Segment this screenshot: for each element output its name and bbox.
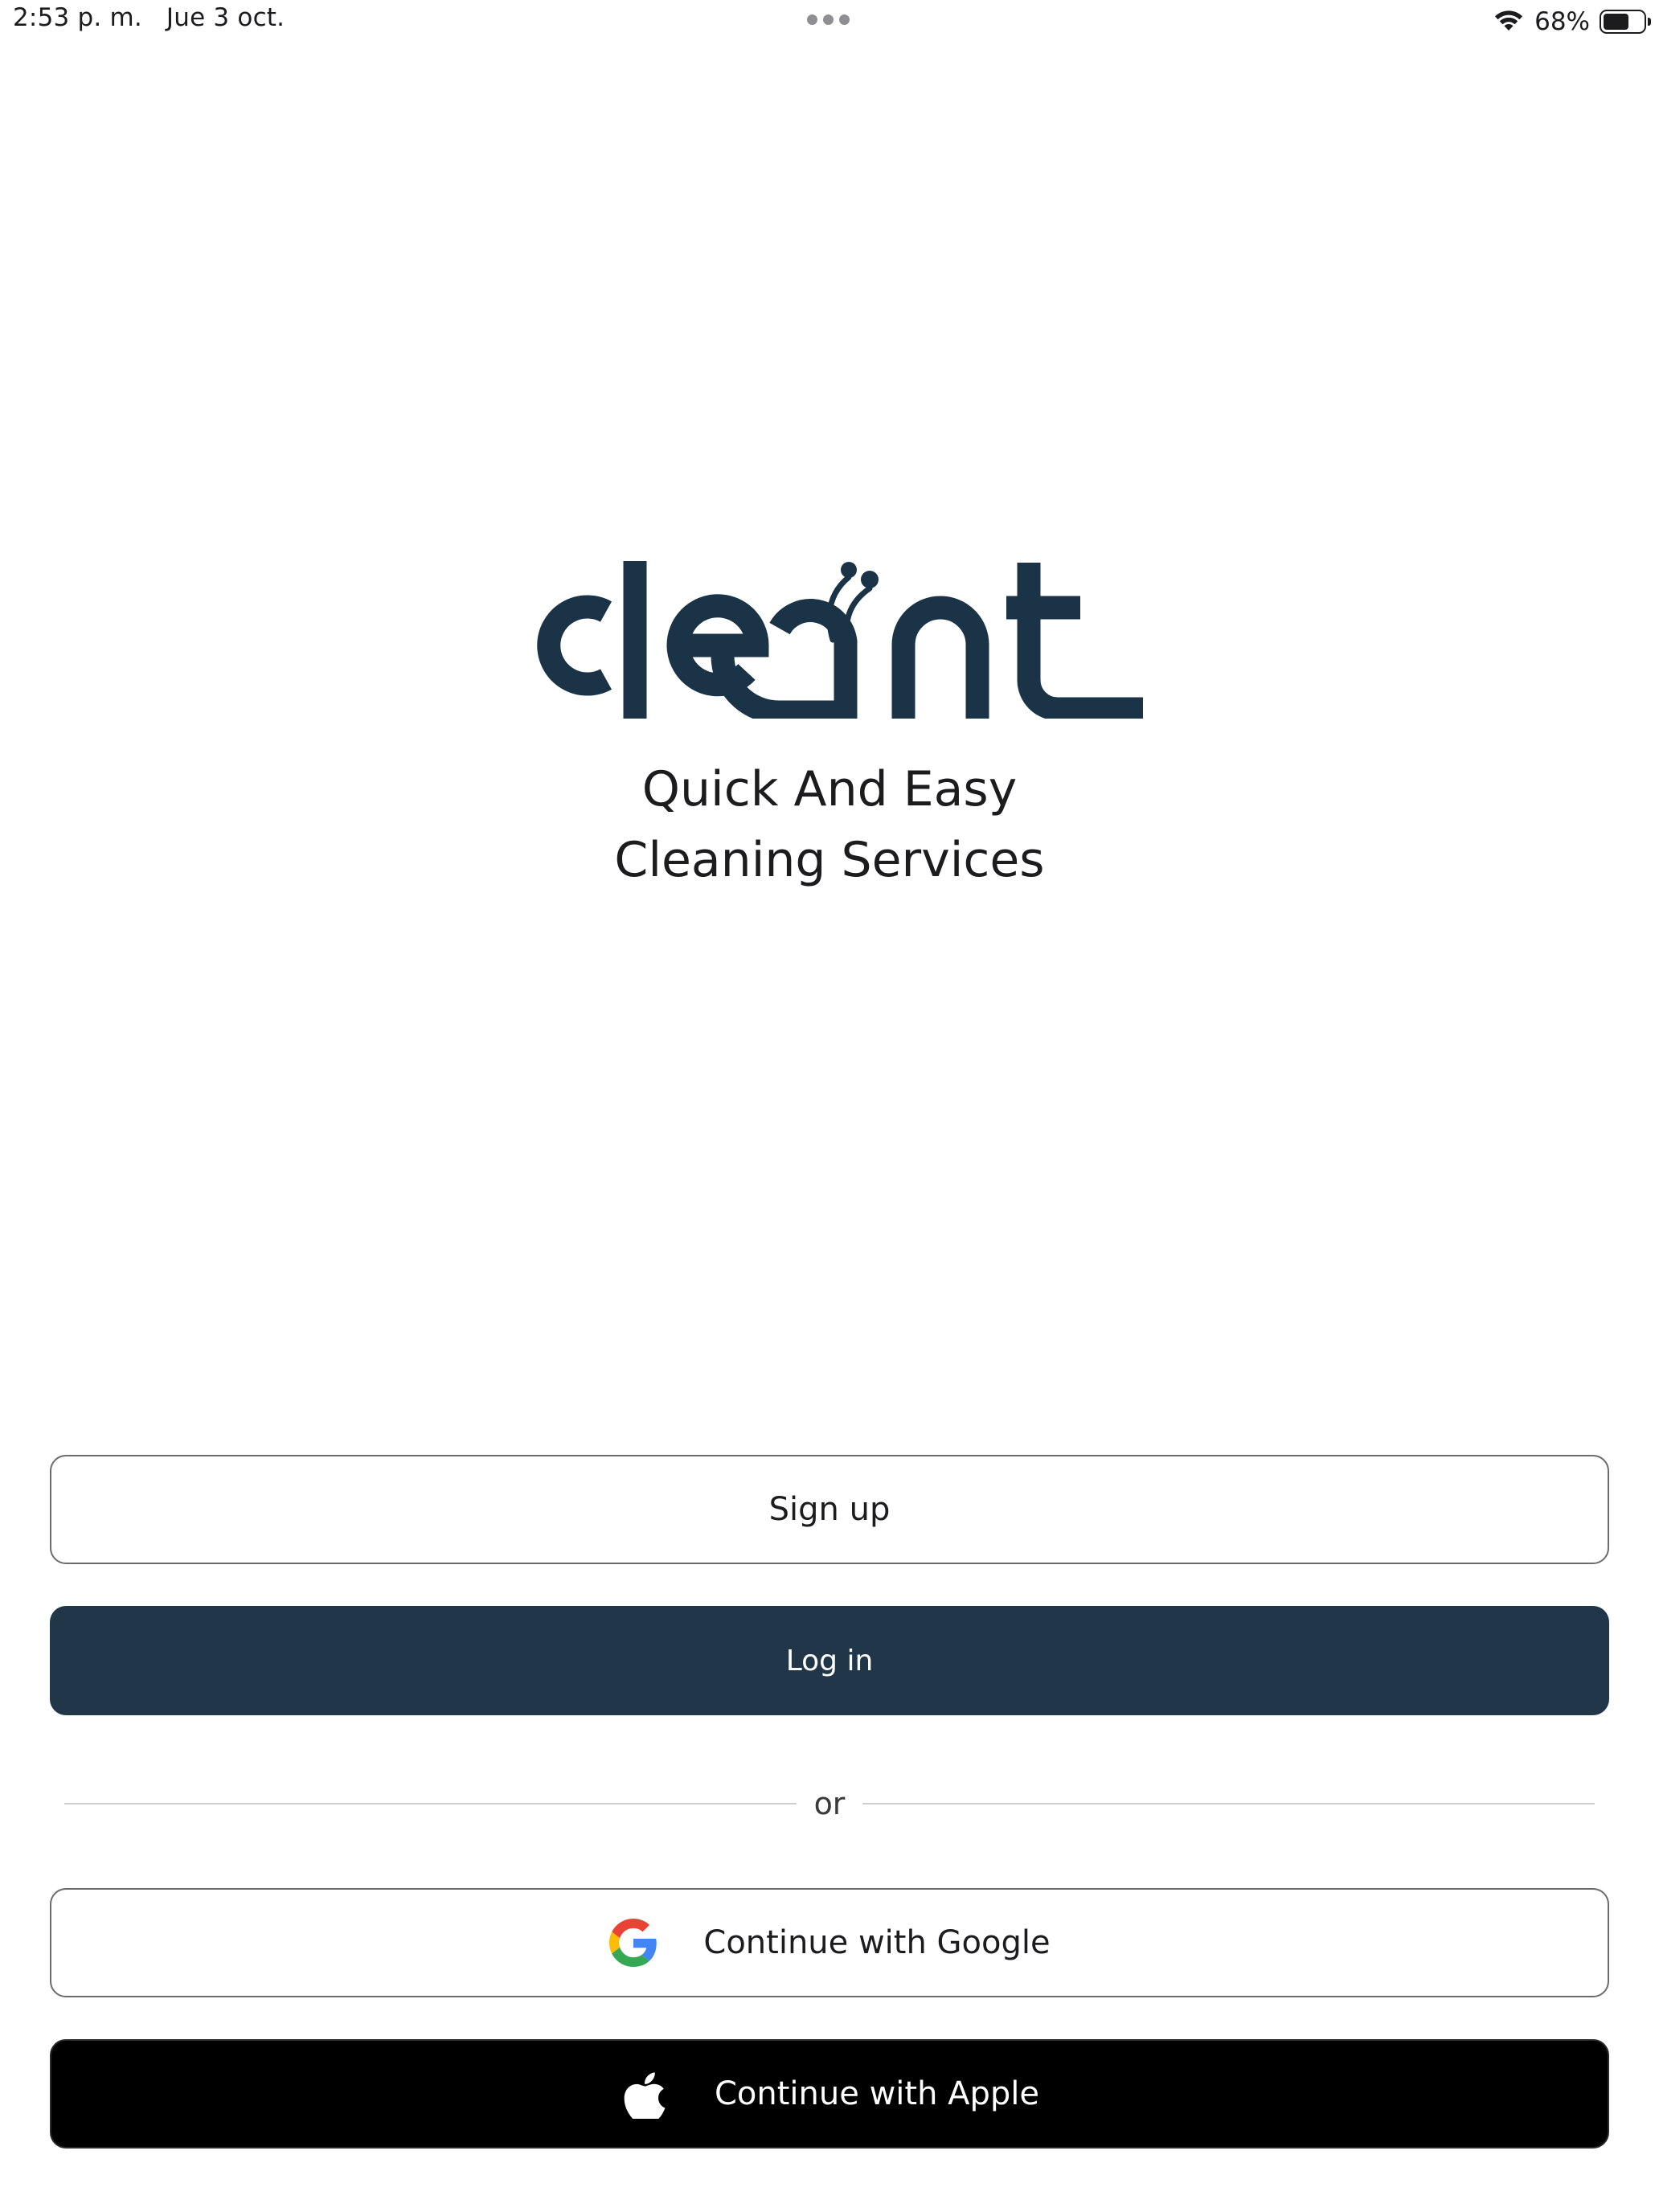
- apple-icon: [620, 2069, 670, 2119]
- status-date: Jue 3 oct.: [166, 3, 285, 32]
- divider-text: or: [813, 1786, 846, 1821]
- apple-signin-button[interactable]: Continue with Apple: [50, 2039, 1609, 2149]
- google-icon: [608, 1918, 658, 1968]
- google-signin-button[interactable]: Continue with Google: [50, 1888, 1609, 1997]
- tagline: Quick And Easy Cleaning Services: [0, 754, 1659, 895]
- divider-line-left: [64, 1803, 797, 1804]
- signup-button[interactable]: Sign up: [50, 1455, 1609, 1564]
- status-right: 68%: [1493, 3, 1651, 40]
- tagline-line-2: Cleaning Services: [614, 832, 1045, 888]
- wifi-icon: [1493, 7, 1525, 36]
- battery-percent: 68%: [1534, 7, 1590, 36]
- status-left: 2:53 p. m. Jue 3 oct.: [13, 3, 285, 32]
- apple-signin-label: Continue with Apple: [714, 2075, 1040, 2112]
- cleant-logo: [502, 551, 1157, 724]
- divider-line-right: [862, 1803, 1595, 1804]
- battery-icon: [1600, 10, 1651, 34]
- signup-button-label: Sign up: [768, 1491, 891, 1528]
- status-bar: 2:53 p. m. Jue 3 oct. 68%: [0, 0, 1659, 42]
- or-divider: or: [64, 1780, 1595, 1828]
- login-button[interactable]: Log in: [50, 1606, 1609, 1715]
- google-signin-label: Continue with Google: [703, 1924, 1051, 1961]
- login-button-label: Log in: [785, 1644, 874, 1677]
- tagline-line-1: Quick And Easy: [641, 761, 1018, 817]
- multitasking-dots-icon[interactable]: [807, 14, 850, 25]
- status-time: 2:53 p. m.: [13, 3, 142, 32]
